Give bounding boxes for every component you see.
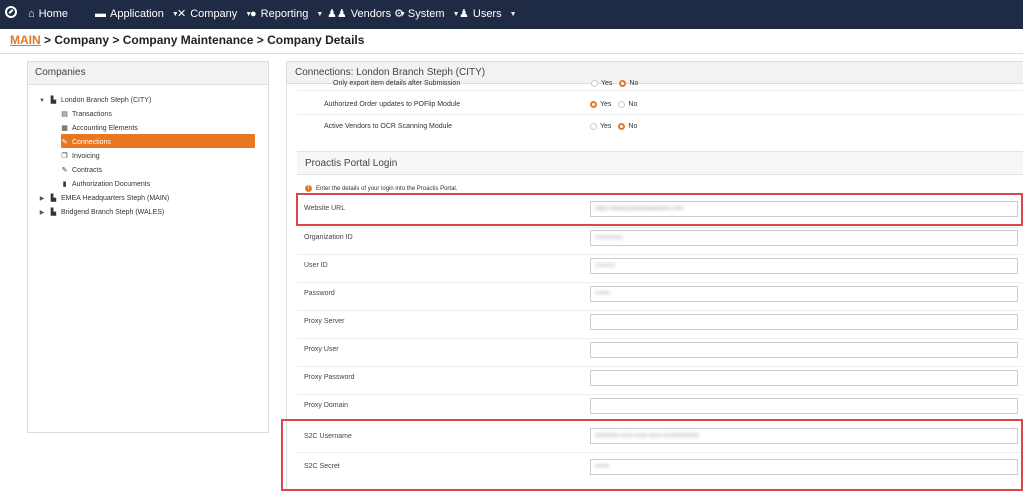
tree-item-emea-headquarters[interactable]: ▶ ▙ EMEA Headquarters Steph (MAIN) xyxy=(38,193,169,205)
info-message: ! Enter the details of your login into t… xyxy=(305,185,457,192)
user-id-label: User ID xyxy=(304,262,328,269)
option-radio-group: Yes No xyxy=(590,123,637,130)
edit-icon: ✎ xyxy=(61,167,68,174)
plug-icon: ✎ xyxy=(61,139,68,146)
option-label: Only export item details after Submissio… xyxy=(333,80,461,87)
nav-users[interactable]: ♟ Users ▼ xyxy=(459,0,517,29)
proxy-domain-label: Proxy Domain xyxy=(304,402,348,409)
s2c-username-field[interactable]: xxxxxxxx-xxxx-xxxx-xxxx-xxxxxxxxxxxx xyxy=(590,428,1018,444)
wrench-icon: ✕ xyxy=(177,8,187,20)
pie-chart-icon: ● xyxy=(250,8,257,20)
users-icon: ♟♟ xyxy=(327,8,347,20)
breadcrumb-path: > Company > Company Maintenance > Compan… xyxy=(40,33,365,47)
row-divider xyxy=(297,310,1023,311)
radio-no[interactable] xyxy=(618,123,626,130)
chevron-down-icon: ▼ xyxy=(316,11,324,18)
option-label: Active Vendors to OCR Scanning Module xyxy=(324,123,453,130)
chevron-down-icon: ▼ xyxy=(509,11,517,18)
gear-icon: ⚙ xyxy=(394,8,404,20)
radio-yes[interactable] xyxy=(590,123,597,130)
website-url-label: Website URL xyxy=(304,205,346,212)
radio-yes[interactable] xyxy=(590,101,597,108)
nav-application[interactable]: ▬ Application ▼ xyxy=(95,0,179,29)
home-icon: ⌂ xyxy=(28,8,35,20)
row-divider xyxy=(297,227,1023,228)
row-divider xyxy=(297,254,1023,255)
row-divider xyxy=(297,394,1023,395)
password-field[interactable]: ••••••• xyxy=(590,286,1018,302)
tree-item-bridgend-branch[interactable]: ▶ ▙ Bridgend Branch Steph (WALES) xyxy=(38,207,165,219)
nav-reporting[interactable]: ● Reporting ▼ xyxy=(250,0,323,29)
option-radio-group: Yes No xyxy=(590,101,637,108)
radio-yes[interactable] xyxy=(591,80,598,87)
proxy-user-field[interactable] xyxy=(590,342,1018,358)
tree-item-accounting-elements[interactable]: ▦ Accounting Elements xyxy=(60,123,138,135)
nav-company[interactable]: ✕ Company ▼ xyxy=(177,0,252,29)
proactis-portal-login-header: Proactis Portal Login xyxy=(297,151,1023,175)
companies-panel-title: Companies xyxy=(28,62,268,85)
option-radio-group: Yes No xyxy=(591,80,638,87)
tree-item-invoicing[interactable]: ❐ Invoicing xyxy=(60,151,99,163)
password-label: Password xyxy=(304,290,335,297)
compass-icon[interactable] xyxy=(5,6,17,18)
application-icon: ▬ xyxy=(95,8,106,20)
s2c-secret-label: S2C Secret xyxy=(304,463,340,470)
row-divider xyxy=(297,452,1023,453)
user-id-field[interactable]: XXXXX xyxy=(590,258,1018,274)
breadcrumb-main-link[interactable]: MAIN xyxy=(10,33,41,47)
tree-item-london-branch[interactable]: ▼ ▙ London Branch Steph (CITY) xyxy=(38,95,151,107)
info-icon: ! xyxy=(305,185,312,192)
row-divider xyxy=(297,366,1023,367)
proxy-domain-field[interactable] xyxy=(590,398,1018,414)
s2c-username-label: S2C Username xyxy=(304,433,352,440)
radio-no[interactable] xyxy=(618,101,626,108)
tree-item-authorization-documents[interactable]: ▮ Authorization Documents xyxy=(60,179,151,191)
proxy-server-label: Proxy Server xyxy=(304,318,345,325)
tree-item-transactions[interactable]: ▤ Transactions xyxy=(60,109,112,121)
row-divider xyxy=(297,338,1023,339)
s2c-secret-field[interactable]: ••••••• xyxy=(590,459,1018,475)
row-divider xyxy=(297,282,1023,283)
user-icon: ♟ xyxy=(459,8,469,20)
expand-toggle-icon[interactable]: ▶ xyxy=(38,193,46,205)
building-icon: ▙ xyxy=(50,195,57,202)
document-icon: ▤ xyxy=(61,111,68,118)
proxy-user-label: Proxy User xyxy=(304,346,339,353)
file-icon: ▮ xyxy=(62,181,67,188)
collapse-toggle-icon[interactable]: ▼ xyxy=(38,95,46,107)
companies-panel: Companies ▼ ▙ London Branch Steph (CITY)… xyxy=(27,61,269,433)
proxy-password-label: Proxy Password xyxy=(304,374,355,381)
row-divider xyxy=(297,90,1023,91)
expand-toggle-icon[interactable]: ▶ xyxy=(38,207,46,219)
building-icon: ▙ xyxy=(50,209,57,216)
copy-icon: ❐ xyxy=(61,153,68,160)
organization-id-label: Organization ID xyxy=(304,234,353,241)
row-divider xyxy=(297,114,1023,115)
option-label: Authorized Order updates to POFlip Modul… xyxy=(324,101,461,108)
radio-no[interactable] xyxy=(619,80,627,87)
website-url-field[interactable]: https://www.proactisplatform.com xyxy=(590,201,1018,217)
building-icon: ▙ xyxy=(50,97,57,104)
tree-item-connections[interactable]: ✎ Connections xyxy=(60,137,111,149)
proxy-password-field[interactable] xyxy=(590,370,1018,386)
proxy-server-field[interactable] xyxy=(590,314,1018,330)
top-nav-bar: ⌂ Home ▬ Application ▼ ✕ Company ▼ ● Rep… xyxy=(0,0,1023,29)
organization-id-field[interactable]: XXXXXXX xyxy=(590,230,1018,246)
breadcrumb: MAIN > Company > Company Maintenance > C… xyxy=(10,33,364,47)
tree-item-contracts[interactable]: ✎ Contracts xyxy=(60,165,102,177)
nav-home[interactable]: ⌂ Home xyxy=(28,0,68,29)
divider xyxy=(0,53,1023,54)
nav-system[interactable]: ⚙ System ▼ xyxy=(394,0,460,29)
grid-icon: ▦ xyxy=(61,125,68,132)
